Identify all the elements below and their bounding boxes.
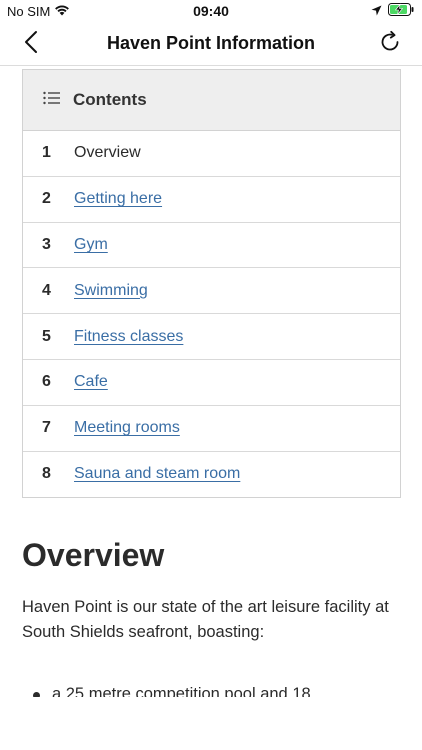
toc-item-cafe: 6 Cafe <box>23 360 400 406</box>
nav-bar: Haven Point Information <box>0 22 422 66</box>
toc-item-sauna: 8 Sauna and steam room <box>23 452 400 498</box>
toc-link-fitness-classes[interactable]: Fitness classes <box>74 328 183 346</box>
status-right <box>371 3 414 19</box>
refresh-button[interactable] <box>376 30 404 58</box>
list-item: a 25 metre competition pool and 18 <box>22 685 392 697</box>
toc-item-gym: 3 Gym <box>23 223 400 269</box>
toc-item-number: 5 <box>42 327 51 345</box>
toc-item-number: 7 <box>42 419 51 437</box>
toc-item-overview: 1 Overview <box>23 131 400 177</box>
toc-item-number: 1 <box>42 144 51 162</box>
toc-link-cafe[interactable]: Cafe <box>74 373 108 391</box>
toc-link-meeting-rooms[interactable]: Meeting rooms <box>74 419 180 437</box>
toc-item-number: 4 <box>42 281 51 299</box>
content-area[interactable]: Contents 1 Overview 2 Getting here 3 Gym… <box>0 67 422 697</box>
contents-title: Contents <box>73 90 147 109</box>
toc-item-number: 6 <box>42 373 51 391</box>
toc-link-swimming[interactable]: Swimming <box>74 282 148 300</box>
list-item-text: a 25 metre competition pool and 18 <box>52 685 311 697</box>
location-arrow-icon <box>371 4 382 19</box>
refresh-icon <box>378 30 402 59</box>
toc-link-sauna-and-steam-room[interactable]: Sauna and steam room <box>74 465 240 483</box>
page-title: Haven Point Information <box>106 33 315 53</box>
toc-item-meeting-rooms: 7 Meeting rooms <box>23 406 400 452</box>
contents-header: Contents <box>23 70 400 131</box>
overview-paragraph: Haven Point is our state of the art leis… <box>22 598 389 641</box>
bullet-icon <box>33 692 40 697</box>
toc-item-fitness-classes: 5 Fitness classes <box>23 314 400 360</box>
overview-heading: Overview <box>22 537 165 573</box>
status-bar: No SIM 09:40 <box>0 0 422 22</box>
back-button[interactable] <box>18 30 44 58</box>
contents-box: Contents 1 Overview 2 Getting here 3 Gym… <box>22 69 401 499</box>
toc-item-number: 2 <box>42 190 51 208</box>
toc-item-label: Overview <box>74 144 141 162</box>
facility-list: a 25 metre competition pool and 18 <box>22 685 392 697</box>
status-time: 09:40 <box>193 3 229 19</box>
toc-item-getting-here: 2 Getting here <box>23 177 400 223</box>
toc-item-number: 8 <box>42 465 51 483</box>
toc-link-gym[interactable]: Gym <box>74 236 108 254</box>
toc-item-swimming: 4 Swimming <box>23 268 400 315</box>
chevron-left-icon <box>24 30 38 59</box>
toc-item-number: 3 <box>42 235 51 253</box>
battery-charging-icon <box>388 3 414 19</box>
list-icon <box>43 91 61 110</box>
toc-link-getting-here[interactable]: Getting here <box>74 190 162 208</box>
